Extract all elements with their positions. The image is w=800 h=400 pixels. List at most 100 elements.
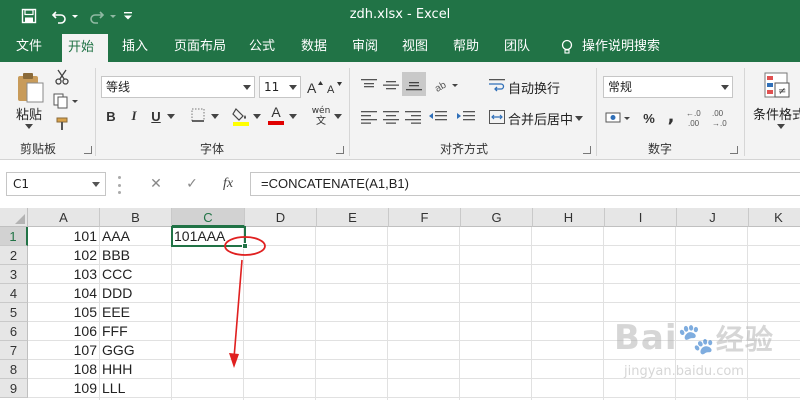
font-color-button[interactable]: A bbox=[268, 104, 284, 126]
cell-b2[interactable]: BBB bbox=[100, 246, 172, 265]
column-header-j[interactable]: J bbox=[677, 208, 749, 227]
column-header-i[interactable]: I bbox=[605, 208, 677, 227]
phonetic-guide-button[interactable]: wén 文 bbox=[310, 106, 332, 128]
currency-format-icon[interactable] bbox=[604, 108, 634, 128]
number-launcher-icon[interactable] bbox=[730, 146, 738, 154]
tell-me-search[interactable]: 操作说明搜索 bbox=[554, 32, 666, 62]
font-name-select[interactable]: 等线 bbox=[101, 76, 255, 98]
column-header-e[interactable]: E bbox=[317, 208, 389, 227]
cell-b6[interactable]: FFF bbox=[100, 322, 172, 341]
row-header-7[interactable]: 7 bbox=[0, 341, 28, 360]
borders-icon[interactable] bbox=[190, 107, 206, 123]
cell-b9[interactable]: LLL bbox=[100, 379, 172, 398]
row-header-8[interactable]: 8 bbox=[0, 360, 28, 379]
decrease-decimal-icon[interactable]: .00 →.0 bbox=[712, 106, 734, 130]
fill-color-icon[interactable] bbox=[232, 106, 250, 126]
format-painter-icon[interactable] bbox=[54, 116, 70, 132]
cut-icon[interactable] bbox=[54, 68, 70, 86]
bottom-align-icon[interactable] bbox=[402, 72, 426, 96]
alignment-launcher-icon[interactable] bbox=[583, 146, 591, 154]
tab-data[interactable]: 数据 bbox=[295, 32, 333, 62]
number-format-select[interactable]: 常规 bbox=[603, 76, 733, 98]
middle-align-icon[interactable] bbox=[382, 76, 400, 94]
cell-b3[interactable]: CCC bbox=[100, 265, 172, 284]
conditional-format-button[interactable]: 条件格式 bbox=[753, 104, 800, 123]
cell-a2[interactable]: 102 bbox=[28, 246, 100, 265]
percent-style-button[interactable]: % bbox=[640, 108, 658, 128]
copy-icon[interactable] bbox=[52, 92, 80, 110]
name-box-dropdown-icon[interactable] bbox=[92, 182, 100, 187]
increase-decimal-icon[interactable]: ←.0.00 bbox=[686, 106, 708, 130]
column-header-k[interactable]: K bbox=[749, 208, 800, 227]
phonetic-dropdown-icon[interactable] bbox=[333, 112, 343, 120]
align-center-icon[interactable] bbox=[382, 108, 400, 126]
wrap-text-button[interactable]: 自动换行 bbox=[508, 78, 560, 97]
top-align-icon[interactable] bbox=[360, 76, 378, 94]
orientation-icon[interactable]: ab bbox=[434, 76, 460, 94]
row-header-5[interactable]: 5 bbox=[0, 303, 28, 322]
clipboard-paste-icon[interactable] bbox=[12, 70, 48, 104]
formula-bar-grip-icon[interactable] bbox=[118, 176, 122, 194]
tab-file[interactable]: 文件 bbox=[10, 32, 48, 62]
increase-indent-icon[interactable] bbox=[456, 108, 476, 126]
row-header-9[interactable]: 9 bbox=[0, 379, 28, 398]
merge-dropdown-icon[interactable] bbox=[574, 114, 584, 122]
cancel-entry-icon[interactable]: ✕ bbox=[146, 174, 166, 194]
column-header-a[interactable]: A bbox=[28, 208, 100, 227]
row-header-1[interactable]: 1 bbox=[0, 227, 28, 246]
italic-button[interactable]: I bbox=[126, 106, 142, 126]
borders-dropdown-icon[interactable] bbox=[210, 112, 220, 120]
align-left-icon[interactable] bbox=[360, 108, 378, 126]
cell-a9[interactable]: 109 bbox=[28, 379, 100, 398]
conditional-format-icon[interactable]: ≠ bbox=[762, 70, 792, 102]
tab-home[interactable]: 开始 bbox=[62, 34, 108, 62]
column-header-b[interactable]: B bbox=[100, 208, 172, 227]
cell-a1[interactable]: 101 bbox=[28, 227, 100, 246]
row-header-3[interactable]: 3 bbox=[0, 265, 28, 284]
select-all-button[interactable] bbox=[0, 208, 28, 227]
tab-help[interactable]: 帮助 bbox=[447, 32, 485, 62]
bold-button[interactable]: B bbox=[103, 106, 119, 126]
tab-view[interactable]: 视图 bbox=[396, 32, 434, 62]
cell-b7[interactable]: GGG bbox=[100, 341, 172, 360]
font-launcher-icon[interactable] bbox=[336, 146, 344, 154]
tab-team[interactable]: 团队 bbox=[498, 32, 536, 62]
column-header-d[interactable]: D bbox=[245, 208, 317, 227]
wrap-text-icon[interactable] bbox=[488, 76, 506, 94]
align-right-icon[interactable] bbox=[404, 108, 422, 126]
column-header-f[interactable]: F bbox=[389, 208, 461, 227]
cell-b4[interactable]: DDD bbox=[100, 284, 172, 303]
merge-center-button[interactable]: 合并后居中 bbox=[508, 109, 573, 128]
underline-dropdown-icon[interactable] bbox=[166, 112, 176, 120]
increase-font-icon[interactable]: A bbox=[306, 77, 324, 97]
cell-a8[interactable]: 108 bbox=[28, 360, 100, 379]
column-header-g[interactable]: G bbox=[461, 208, 533, 227]
underline-button[interactable]: U bbox=[148, 106, 164, 126]
confirm-entry-icon[interactable]: ✓ bbox=[182, 174, 202, 194]
column-header-h[interactable]: H bbox=[533, 208, 605, 227]
column-header-c[interactable]: C bbox=[172, 208, 245, 227]
name-box[interactable]: C1 bbox=[6, 172, 106, 196]
clipboard-launcher-icon[interactable] bbox=[84, 146, 92, 154]
fill-color-dropdown-icon[interactable] bbox=[252, 112, 262, 120]
tab-review[interactable]: 审阅 bbox=[346, 32, 384, 62]
cell-b5[interactable]: EEE bbox=[100, 303, 172, 322]
decrease-indent-icon[interactable] bbox=[428, 108, 448, 126]
paste-button[interactable]: 粘贴 bbox=[16, 104, 42, 123]
font-size-select[interactable]: 11 bbox=[259, 76, 301, 98]
cell-a4[interactable]: 104 bbox=[28, 284, 100, 303]
tab-page-layout[interactable]: 页面布局 bbox=[168, 32, 232, 62]
row-header-6[interactable]: 6 bbox=[0, 322, 28, 341]
cell-a6[interactable]: 106 bbox=[28, 322, 100, 341]
tab-formulas[interactable]: 公式 bbox=[243, 32, 281, 62]
cell-b8[interactable]: HHH bbox=[100, 360, 172, 379]
fill-handle[interactable] bbox=[242, 243, 248, 249]
insert-function-button[interactable]: fx bbox=[218, 174, 238, 194]
worksheet-grid[interactable]: A B C D E F G H I J K 1 2 3 4 5 6 7 8 9 … bbox=[0, 208, 800, 400]
formula-input[interactable]: =CONCATENATE(A1,B1) bbox=[250, 172, 800, 196]
paste-dropdown-icon[interactable] bbox=[24, 122, 34, 130]
comma-style-button[interactable]: , bbox=[664, 106, 678, 127]
row-header-2[interactable]: 2 bbox=[0, 246, 28, 265]
cell-a3[interactable]: 103 bbox=[28, 265, 100, 284]
cell-b1[interactable]: AAA bbox=[100, 227, 172, 246]
